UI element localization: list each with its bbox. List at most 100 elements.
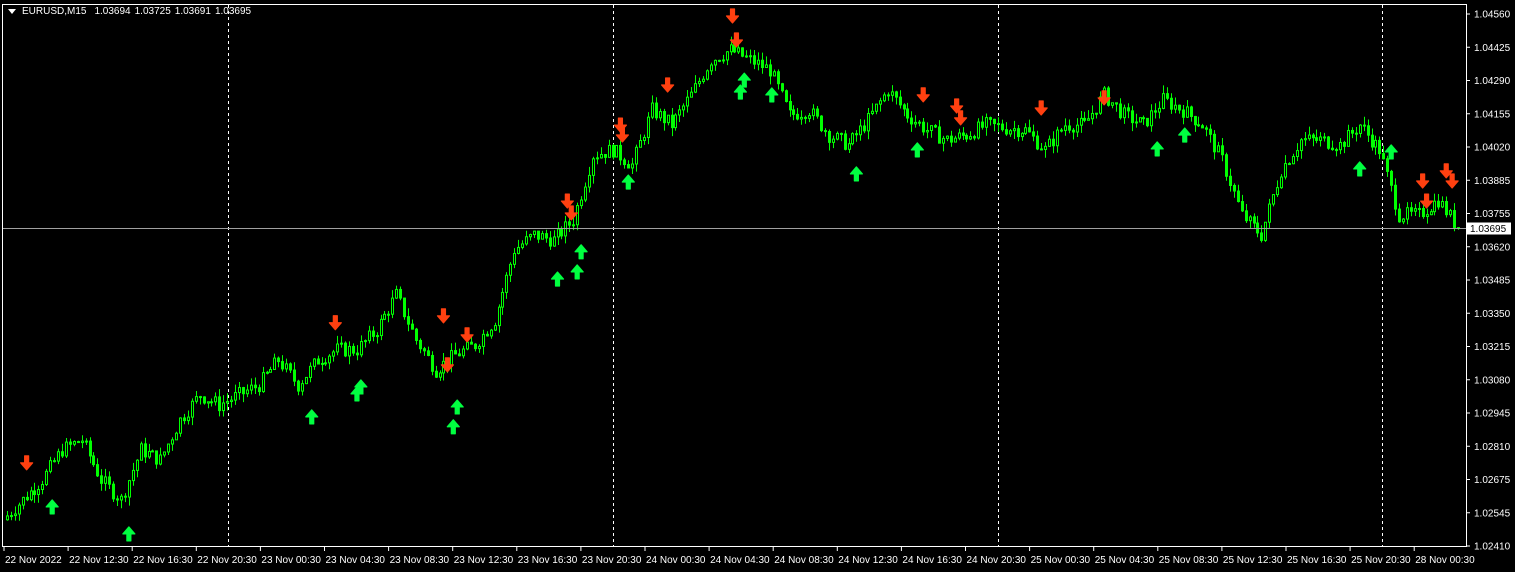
candle-body [702,78,705,82]
candle-body [537,230,540,240]
price-axis[interactable]: 1.04560 1.04425 1.04290 1.04155 1.04020 1.038… [1466,10,1511,553]
x-tick-label: 23 Nov 08:30 [390,555,450,566]
candle-body [22,496,25,506]
candle-body [1327,136,1330,149]
candle-body [258,387,261,393]
x-tick-label: 23 Nov 20:30 [582,555,642,566]
candle-body [423,348,426,352]
candle-body [238,387,241,394]
candle-body [1013,128,1016,132]
candle-body [242,387,245,395]
candle-body [281,361,284,370]
candle-body [1233,184,1236,192]
candle-body [946,135,949,139]
buy-arrow-icon [446,419,460,435]
candle-body [26,496,29,501]
candle-body [1374,139,1377,148]
dropdown-triangle-icon[interactable] [8,9,16,14]
time-axis[interactable]: 22 Nov 2022 22 Nov 12:30 22 Nov 16:30 22 No… [3,546,1475,566]
candle-body [887,94,890,97]
candle-body [1386,158,1389,172]
candle-body [336,343,339,353]
candle-body [615,144,618,158]
y-tick-label: 1.03485 [1474,276,1511,287]
candle-body [124,495,127,498]
candle-body [663,111,666,124]
candle-body [368,330,371,342]
candle-body [454,350,457,355]
candle-body [431,354,434,372]
candle-body [671,114,674,129]
candle-body [163,451,166,456]
candle-body [57,451,60,462]
candle-body [1256,222,1259,234]
candle-body [973,136,976,139]
day-separators [228,5,1383,546]
buy-arrow-icon [621,174,635,190]
candle-body [92,455,95,466]
candle-body [1166,93,1169,99]
candle-body [104,476,107,484]
candle-body [391,297,394,315]
candle-body [53,460,56,463]
candle-body [690,91,693,98]
candle-body [792,109,795,115]
buy-arrow-icon [550,271,565,287]
candle-body [85,440,88,443]
candle-body [678,109,681,116]
y-tick-label: 1.04155 [1474,109,1511,120]
candle-body [1032,131,1035,137]
buy-arrow-icon [1150,141,1164,157]
candle-body [1422,207,1425,218]
candle-body [596,157,599,160]
price-chart[interactable]: 1.04560 1.04425 1.04290 1.04155 1.04020 1.038… [0,0,1515,572]
candle-body [1390,170,1393,186]
candle-body [836,132,839,140]
candle-body [1209,128,1212,135]
candle-body [600,154,603,159]
candle-body [1351,129,1354,134]
y-tick-label: 1.03080 [1474,375,1511,386]
y-tick-label: 1.04290 [1474,76,1511,87]
candle-body [1398,208,1401,223]
candle-body [777,71,780,85]
candle-body [1394,184,1397,210]
candle-body [926,129,929,133]
candle-body [360,341,363,356]
candle-body [977,121,980,139]
candle-body [289,363,292,371]
candle-body [277,357,280,363]
candle-body [557,228,560,238]
y-tick-label: 1.03350 [1474,309,1511,320]
candle-body [1170,97,1173,110]
candle-body [407,316,410,325]
candle-body [1264,221,1267,241]
candle-body [1335,149,1338,152]
candle-body [1217,145,1220,153]
candle-body [608,144,611,158]
candle-body [906,108,909,119]
x-tick-label: 24 Nov 00:30 [646,555,706,566]
candle-body [1249,216,1252,222]
candle-body [832,138,835,143]
candle-body [356,352,359,356]
candle-body [639,140,642,148]
y-tick-label: 1.02945 [1474,409,1511,420]
candle-body [576,205,579,226]
candle-body [450,350,453,367]
candle-body [619,144,622,161]
candle-body [293,369,296,382]
candle-body [305,376,308,385]
candle-body [301,383,304,392]
x-tick-label: 25 Nov 16:30 [1287,555,1347,566]
candle-body [789,100,792,111]
candle-body [1197,124,1200,127]
candle-body [667,114,670,124]
candle-body [61,451,64,457]
candle-body [1288,163,1291,166]
candle-body [1241,201,1244,212]
candle-body [851,133,854,145]
candle-body [918,121,921,124]
candle-body [1028,127,1031,133]
candle-body [328,355,331,364]
